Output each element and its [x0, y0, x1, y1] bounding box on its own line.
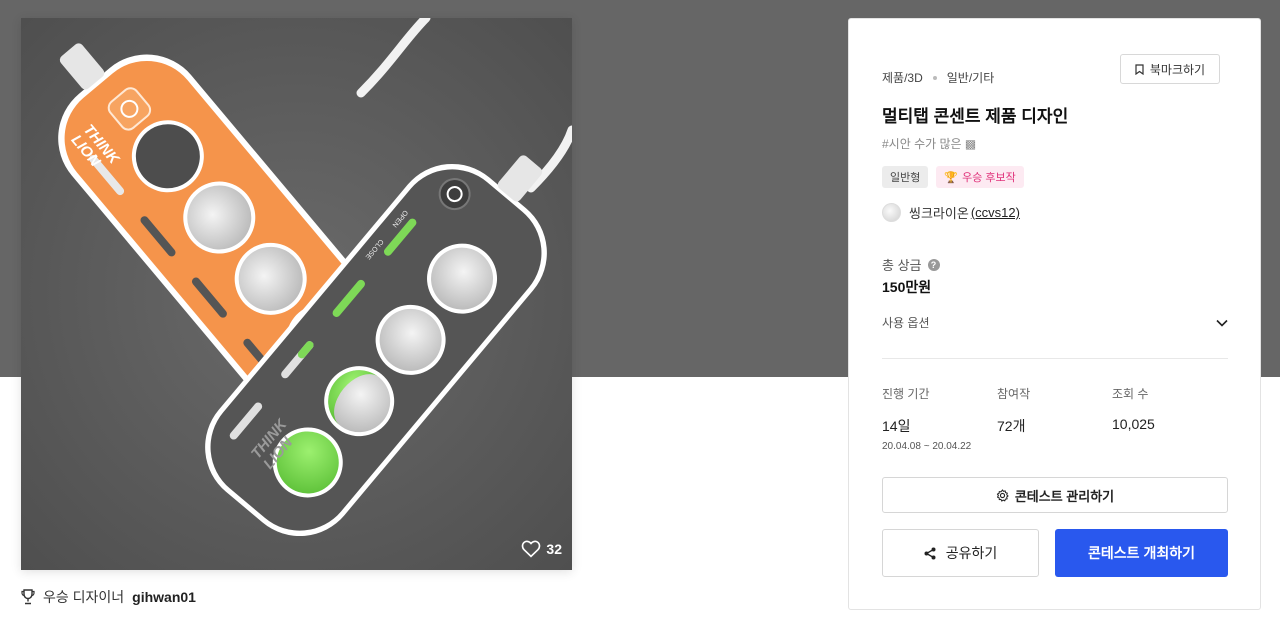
- prize-label: 총 상금 ?: [882, 255, 940, 274]
- type-badge: 일반형: [882, 166, 929, 188]
- contest-info-card: 제품/3D 일반/기타 북마크하기 멀티탭 콘센트 제품 디자인 #시안 수가 …: [848, 18, 1261, 610]
- organizer-name: 씽크라이온: [909, 206, 969, 221]
- like-count: 32: [546, 541, 562, 557]
- breadcrumb-subcategory[interactable]: 일반/기타: [947, 69, 995, 86]
- prize-value: 150만원: [882, 279, 932, 295]
- winner-username[interactable]: gihwan01: [132, 589, 196, 605]
- organizer[interactable]: 씽크라이온 (ccvs12): [882, 203, 1020, 222]
- stat-period-value: 14일: [882, 418, 911, 434]
- bookmark-label: 북마크하기: [1149, 62, 1206, 77]
- stat-views-value: 10,025: [1112, 416, 1155, 432]
- contest-title: 멀티탭 콘센트 제품 디자인: [882, 107, 1069, 126]
- stat-views: 조회 수 10,025: [1112, 385, 1155, 432]
- trophy-icon: [21, 589, 35, 605]
- prize-label-text: 총 상금: [882, 258, 922, 273]
- bookmark-button[interactable]: 북마크하기: [1120, 54, 1220, 84]
- stat-entries-label: 참여작: [997, 387, 1031, 401]
- stat-period: 진행 기간 14일 20.04.08 ~ 20.04.22: [882, 385, 971, 452]
- avatar: [882, 203, 901, 222]
- stat-views-label: 조회 수: [1112, 387, 1149, 401]
- gear-icon: [996, 488, 1009, 502]
- breadcrumb-separator: [932, 75, 937, 80]
- trophy-icon: 🏆: [944, 171, 959, 184]
- stat-period-label: 진행 기간: [882, 387, 930, 401]
- share-label: 공유하기: [945, 545, 998, 561]
- like-button[interactable]: 32: [521, 540, 562, 558]
- manage-contest-label: 콘테스트 관리하기: [1014, 488, 1115, 504]
- stat-entries-value: 72개: [997, 418, 1026, 434]
- chevron-down-icon: [1216, 319, 1228, 327]
- stat-entries: 참여작 72개: [997, 385, 1030, 436]
- share-icon: [924, 547, 936, 559]
- divider: [882, 358, 1228, 359]
- breadcrumb-category[interactable]: 제품/3D: [882, 69, 923, 86]
- usage-options-toggle[interactable]: 사용 옵션: [882, 314, 1228, 331]
- help-icon[interactable]: ?: [927, 258, 940, 271]
- organizer-handle[interactable]: (ccvs12): [971, 205, 1020, 220]
- share-button[interactable]: 공유하기: [882, 529, 1039, 577]
- stat-period-dates: 20.04.08 ~ 20.04.22: [882, 441, 972, 452]
- badge-row: 일반형 🏆 우승 후보작: [882, 166, 1024, 188]
- product-illustration: THINK LION OPEN CLOSE THINK LION: [21, 18, 572, 570]
- winner-line: 우승 디자이너 gihwan01: [21, 587, 196, 607]
- usage-options-label: 사용 옵션: [882, 316, 930, 330]
- winner-label: 우승 디자이너: [43, 589, 125, 605]
- breadcrumb: 제품/3D 일반/기타: [882, 69, 994, 86]
- product-image[interactable]: THINK LION OPEN CLOSE THINK LION 32: [21, 18, 572, 570]
- manage-contest-button[interactable]: 콘테스트 관리하기: [882, 477, 1228, 513]
- bookmark-icon: [1135, 63, 1144, 75]
- host-contest-label: 콘테스트 개최하기: [1088, 545, 1195, 561]
- contest-hashtag: #시안 수가 많은 ▩: [882, 137, 977, 151]
- host-contest-button[interactable]: 콘테스트 개최하기: [1055, 529, 1228, 577]
- type-badge-label: 일반형: [890, 172, 921, 184]
- heart-icon: [522, 540, 541, 558]
- award-badge-label: 우승 후보작: [962, 172, 1016, 184]
- award-badge: 🏆 우승 후보작: [936, 166, 1024, 188]
